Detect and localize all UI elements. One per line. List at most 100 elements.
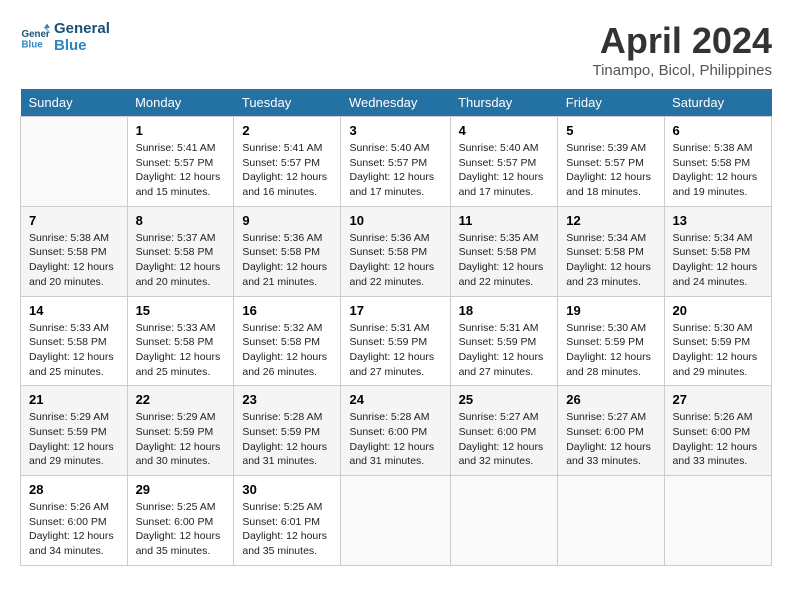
calendar-week-row: 21 Sunrise: 5:29 AM Sunset: 5:59 PM Dayli… <box>21 386 772 476</box>
day-info: Sunrise: 5:38 AM Sunset: 5:58 PM Dayligh… <box>673 141 763 200</box>
day-number: 27 <box>673 392 763 407</box>
day-info: Sunrise: 5:27 AM Sunset: 6:00 PM Dayligh… <box>566 410 655 469</box>
day-info: Sunrise: 5:32 AM Sunset: 5:58 PM Dayligh… <box>242 321 332 380</box>
calendar-cell: 22 Sunrise: 5:29 AM Sunset: 5:59 PM Dayli… <box>127 386 234 476</box>
day-info: Sunrise: 5:40 AM Sunset: 5:57 PM Dayligh… <box>459 141 550 200</box>
page-header: General Blue General Blue April 2024 Tin… <box>20 20 772 79</box>
calendar-header-row: SundayMondayTuesdayWednesdayThursdayFrid… <box>21 89 772 117</box>
calendar-cell: 19 Sunrise: 5:30 AM Sunset: 5:59 PM Dayli… <box>558 296 664 386</box>
day-number: 28 <box>29 482 119 497</box>
day-info: Sunrise: 5:37 AM Sunset: 5:58 PM Dayligh… <box>136 231 226 290</box>
day-number: 30 <box>242 482 332 497</box>
day-number: 23 <box>242 392 332 407</box>
day-info: Sunrise: 5:28 AM Sunset: 6:00 PM Dayligh… <box>349 410 441 469</box>
calendar-week-row: 7Sunrise: 5:38 AM Sunset: 5:58 PM Daylig… <box>21 206 772 296</box>
day-info: Sunrise: 5:25 AM Sunset: 6:00 PM Dayligh… <box>136 500 226 559</box>
calendar-table: SundayMondayTuesdayWednesdayThursdayFrid… <box>20 89 772 566</box>
calendar-week-row: 14 Sunrise: 5:33 AM Sunset: 5:58 PM Dayli… <box>21 296 772 386</box>
col-header-wednesday: Wednesday <box>341 89 450 117</box>
day-number: 19 <box>566 303 655 318</box>
col-header-saturday: Saturday <box>664 89 771 117</box>
calendar-cell: 13 Sunrise: 5:34 AM Sunset: 5:58 PM Dayli… <box>664 206 771 296</box>
calendar-cell: 15 Sunrise: 5:33 AM Sunset: 5:58 PM Dayli… <box>127 296 234 386</box>
day-info: Sunrise: 5:33 AM Sunset: 5:58 PM Dayligh… <box>136 321 226 380</box>
col-header-thursday: Thursday <box>450 89 558 117</box>
calendar-cell: 2 Sunrise: 5:41 AM Sunset: 5:57 PM Daylig… <box>234 117 341 207</box>
day-number: 24 <box>349 392 441 407</box>
day-info: Sunrise: 5:36 AM Sunset: 5:58 PM Dayligh… <box>242 231 332 290</box>
day-number: 12 <box>566 213 655 228</box>
calendar-cell: 25 Sunrise: 5:27 AM Sunset: 6:00 PM Dayli… <box>450 386 558 476</box>
day-number: 1 <box>136 123 226 138</box>
day-number: 18 <box>459 303 550 318</box>
day-info: Sunrise: 5:30 AM Sunset: 5:59 PM Dayligh… <box>566 321 655 380</box>
logo-icon: General Blue <box>20 22 50 52</box>
calendar-cell: 6 Sunrise: 5:38 AM Sunset: 5:58 PM Daylig… <box>664 117 771 207</box>
day-number: 8 <box>136 213 226 228</box>
day-info: Sunrise: 5:33 AM Sunset: 5:58 PM Dayligh… <box>29 321 119 380</box>
day-info: Sunrise: 5:31 AM Sunset: 5:59 PM Dayligh… <box>349 321 441 380</box>
calendar-cell: 14 Sunrise: 5:33 AM Sunset: 5:58 PM Dayli… <box>21 296 128 386</box>
calendar-cell: 4 Sunrise: 5:40 AM Sunset: 5:57 PM Daylig… <box>450 117 558 207</box>
day-info: Sunrise: 5:29 AM Sunset: 5:59 PM Dayligh… <box>136 410 226 469</box>
day-info: Sunrise: 5:27 AM Sunset: 6:00 PM Dayligh… <box>459 410 550 469</box>
logo: General Blue General Blue <box>20 20 110 54</box>
calendar-body: 1 Sunrise: 5:41 AM Sunset: 5:57 PM Daylig… <box>21 117 772 566</box>
calendar-cell: 26Sunrise: 5:27 AM Sunset: 6:00 PM Dayli… <box>558 386 664 476</box>
day-number: 22 <box>136 392 226 407</box>
day-number: 25 <box>459 392 550 407</box>
day-number: 16 <box>242 303 332 318</box>
col-header-tuesday: Tuesday <box>234 89 341 117</box>
day-info: Sunrise: 5:34 AM Sunset: 5:58 PM Dayligh… <box>673 231 763 290</box>
month-title: April 2024 <box>592 20 772 62</box>
calendar-cell: 12 Sunrise: 5:34 AM Sunset: 5:58 PM Dayli… <box>558 206 664 296</box>
day-info: Sunrise: 5:25 AM Sunset: 6:01 PM Dayligh… <box>242 500 332 559</box>
day-number: 9 <box>242 213 332 228</box>
title-section: April 2024 Tinampo, Bicol, Philippines <box>592 20 772 79</box>
calendar-cell: 5 Sunrise: 5:39 AM Sunset: 5:57 PM Daylig… <box>558 117 664 207</box>
calendar-cell: 28Sunrise: 5:26 AM Sunset: 6:00 PM Dayli… <box>21 476 128 566</box>
col-header-friday: Friday <box>558 89 664 117</box>
day-number: 11 <box>459 213 550 228</box>
day-info: Sunrise: 5:41 AM Sunset: 5:57 PM Dayligh… <box>136 141 226 200</box>
svg-text:General: General <box>22 29 51 40</box>
day-number: 7 <box>29 213 119 228</box>
calendar-week-row: 1 Sunrise: 5:41 AM Sunset: 5:57 PM Daylig… <box>21 117 772 207</box>
calendar-cell: 24 Sunrise: 5:28 AM Sunset: 6:00 PM Dayli… <box>341 386 450 476</box>
calendar-cell: 10Sunrise: 5:36 AM Sunset: 5:58 PM Dayli… <box>341 206 450 296</box>
calendar-cell <box>21 117 128 207</box>
logo-text: General Blue <box>54 20 110 54</box>
day-info: Sunrise: 5:39 AM Sunset: 5:57 PM Dayligh… <box>566 141 655 200</box>
day-info: Sunrise: 5:34 AM Sunset: 5:58 PM Dayligh… <box>566 231 655 290</box>
day-number: 6 <box>673 123 763 138</box>
calendar-cell: 17Sunrise: 5:31 AM Sunset: 5:59 PM Dayli… <box>341 296 450 386</box>
day-info: Sunrise: 5:41 AM Sunset: 5:57 PM Dayligh… <box>242 141 332 200</box>
day-number: 14 <box>29 303 119 318</box>
day-number: 20 <box>673 303 763 318</box>
calendar-cell: 11 Sunrise: 5:35 AM Sunset: 5:58 PM Dayli… <box>450 206 558 296</box>
calendar-cell: 9 Sunrise: 5:36 AM Sunset: 5:58 PM Daylig… <box>234 206 341 296</box>
day-number: 5 <box>566 123 655 138</box>
calendar-cell: 30 Sunrise: 5:25 AM Sunset: 6:01 PM Dayli… <box>234 476 341 566</box>
day-number: 21 <box>29 392 119 407</box>
calendar-cell: 8 Sunrise: 5:37 AM Sunset: 5:58 PM Daylig… <box>127 206 234 296</box>
calendar-cell: 21Sunrise: 5:29 AM Sunset: 5:59 PM Dayli… <box>21 386 128 476</box>
day-number: 29 <box>136 482 226 497</box>
svg-text:Blue: Blue <box>22 40 44 51</box>
calendar-cell <box>341 476 450 566</box>
day-info: Sunrise: 5:40 AM Sunset: 5:57 PM Dayligh… <box>349 141 441 200</box>
calendar-week-row: 28Sunrise: 5:26 AM Sunset: 6:00 PM Dayli… <box>21 476 772 566</box>
calendar-cell: 29 Sunrise: 5:25 AM Sunset: 6:00 PM Dayli… <box>127 476 234 566</box>
day-info: Sunrise: 5:36 AM Sunset: 5:58 PM Dayligh… <box>349 231 441 290</box>
calendar-cell: 1 Sunrise: 5:41 AM Sunset: 5:57 PM Daylig… <box>127 117 234 207</box>
day-number: 4 <box>459 123 550 138</box>
calendar-cell: 16 Sunrise: 5:32 AM Sunset: 5:58 PM Dayli… <box>234 296 341 386</box>
calendar-cell: 27Sunrise: 5:26 AM Sunset: 6:00 PM Dayli… <box>664 386 771 476</box>
calendar-cell <box>558 476 664 566</box>
day-info: Sunrise: 5:28 AM Sunset: 5:59 PM Dayligh… <box>242 410 332 469</box>
day-info: Sunrise: 5:35 AM Sunset: 5:58 PM Dayligh… <box>459 231 550 290</box>
day-number: 15 <box>136 303 226 318</box>
calendar-cell: 3Sunrise: 5:40 AM Sunset: 5:57 PM Daylig… <box>341 117 450 207</box>
day-number: 13 <box>673 213 763 228</box>
day-number: 2 <box>242 123 332 138</box>
